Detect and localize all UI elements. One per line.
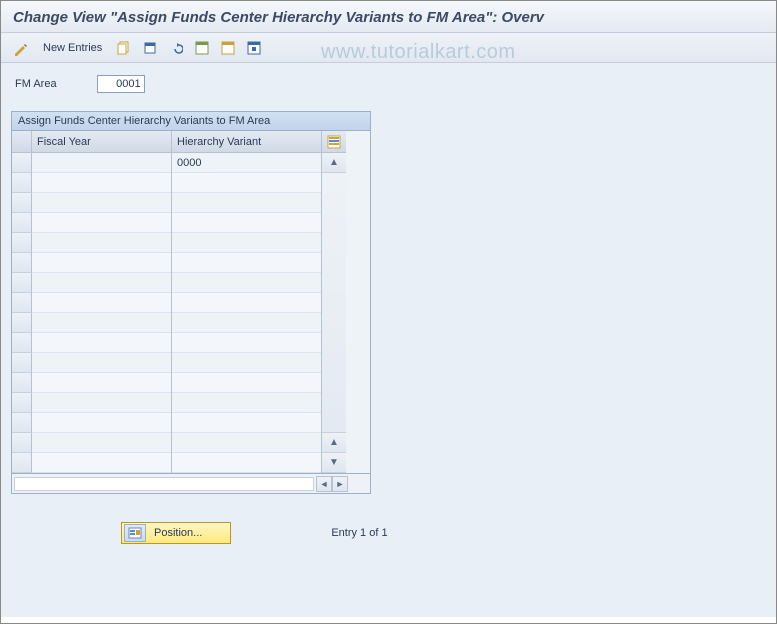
table-cell[interactable] <box>32 153 171 173</box>
table-cell[interactable] <box>32 373 171 393</box>
table-cell[interactable] <box>32 213 171 233</box>
change-display-toggle-icon[interactable] <box>11 38 31 58</box>
table-cell[interactable] <box>32 273 171 293</box>
table-cell[interactable] <box>172 413 321 433</box>
select-all-icon[interactable] <box>192 38 212 58</box>
table-cell[interactable] <box>172 393 321 413</box>
selector-header[interactable] <box>12 131 32 153</box>
table-cell[interactable] <box>172 233 321 253</box>
row-selector[interactable] <box>12 153 32 173</box>
table-cell[interactable] <box>32 313 171 333</box>
scroll-left-icon[interactable]: ◄ <box>316 476 332 492</box>
row-selector[interactable] <box>12 293 32 313</box>
page-title: Change View "Assign Funds Center Hierarc… <box>13 9 764 26</box>
copy-as-icon[interactable] <box>114 38 134 58</box>
hierarchy-variant-header[interactable]: Hierarchy Variant <box>172 131 321 153</box>
row-selector[interactable] <box>12 253 32 273</box>
deselect-all-icon[interactable] <box>244 38 264 58</box>
row-selector[interactable] <box>12 273 32 293</box>
table-cell[interactable] <box>32 413 171 433</box>
scroll-down-icon[interactable]: ▲ <box>322 433 346 453</box>
horizontal-scrollbar: ◄ ► <box>11 474 371 494</box>
table-cell[interactable] <box>172 193 321 213</box>
row-selector[interactable] <box>12 433 32 453</box>
entry-count-text: Entry 1 of 1 <box>331 527 387 539</box>
table-cell[interactable] <box>172 313 321 333</box>
row-selector[interactable] <box>12 373 32 393</box>
row-selector[interactable] <box>12 453 32 473</box>
table-cell[interactable] <box>172 273 321 293</box>
content-area: FM Area Assign Funds Center Hierarchy Va… <box>1 63 776 617</box>
delete-icon[interactable] <box>140 38 160 58</box>
table-cell[interactable] <box>32 253 171 273</box>
table-panel-title: Assign Funds Center Hierarchy Variants t… <box>11 111 371 131</box>
position-button[interactable]: Position... <box>121 522 231 544</box>
scroll-up-icon[interactable]: ▲ <box>322 153 346 173</box>
table-cell[interactable] <box>172 433 321 453</box>
table-cell[interactable] <box>32 193 171 213</box>
footer-row: Position... Entry 1 of 1 <box>121 522 766 544</box>
row-selector[interactable] <box>12 193 32 213</box>
table-grid: Fiscal Year <box>11 131 371 474</box>
hierarchy-variant-column: Hierarchy Variant 0000 <box>172 131 322 473</box>
table-cell[interactable] <box>32 233 171 253</box>
toolbar: New Entries <box>1 33 776 63</box>
table-cell[interactable] <box>32 353 171 373</box>
fm-area-label: FM Area <box>15 78 57 90</box>
table-cell[interactable] <box>172 453 321 473</box>
vertical-scroll-column: ▲ ▲ ▼ <box>322 131 346 473</box>
fm-area-input[interactable] <box>97 75 145 93</box>
row-selector[interactable] <box>12 313 32 333</box>
table-cell[interactable] <box>32 293 171 313</box>
table-cell[interactable] <box>172 373 321 393</box>
table-cell[interactable] <box>172 253 321 273</box>
table-cell[interactable] <box>172 353 321 373</box>
row-selector[interactable] <box>12 173 32 193</box>
table-cell[interactable] <box>172 213 321 233</box>
row-selector[interactable] <box>12 393 32 413</box>
table-settings-icon[interactable] <box>322 131 346 153</box>
fiscal-year-header[interactable]: Fiscal Year <box>32 131 171 153</box>
row-selector[interactable] <box>12 213 32 233</box>
row-selector-column <box>12 131 32 473</box>
new-entries-button[interactable]: New Entries <box>37 40 108 56</box>
table-cell[interactable] <box>32 453 171 473</box>
table-cell[interactable]: 0000 <box>172 153 321 173</box>
table-cell[interactable] <box>172 333 321 353</box>
row-selector[interactable] <box>12 413 32 433</box>
table-cell[interactable] <box>32 433 171 453</box>
table-cell[interactable] <box>32 173 171 193</box>
table-cell[interactable] <box>32 393 171 413</box>
row-selector[interactable] <box>12 233 32 253</box>
scroll-right-icon[interactable]: ► <box>332 476 348 492</box>
table-cell[interactable] <box>172 293 321 313</box>
fm-area-row: FM Area <box>15 75 766 93</box>
row-selector[interactable] <box>12 333 32 353</box>
position-icon <box>124 524 146 542</box>
select-block-icon[interactable] <box>218 38 238 58</box>
table-cell[interactable] <box>172 173 321 193</box>
scroll-track[interactable] <box>322 173 346 433</box>
hscroll-track[interactable] <box>14 477 314 491</box>
fiscal-year-column: Fiscal Year <box>32 131 172 473</box>
scroll-down-icon[interactable]: ▼ <box>322 453 346 473</box>
table-cell[interactable] <box>32 333 171 353</box>
row-selector[interactable] <box>12 353 32 373</box>
data-columns: Fiscal Year <box>32 131 370 473</box>
table-panel: Assign Funds Center Hierarchy Variants t… <box>11 111 371 494</box>
undo-icon[interactable] <box>166 38 186 58</box>
title-bar: Change View "Assign Funds Center Hierarc… <box>1 1 776 33</box>
position-button-label: Position... <box>154 527 202 539</box>
